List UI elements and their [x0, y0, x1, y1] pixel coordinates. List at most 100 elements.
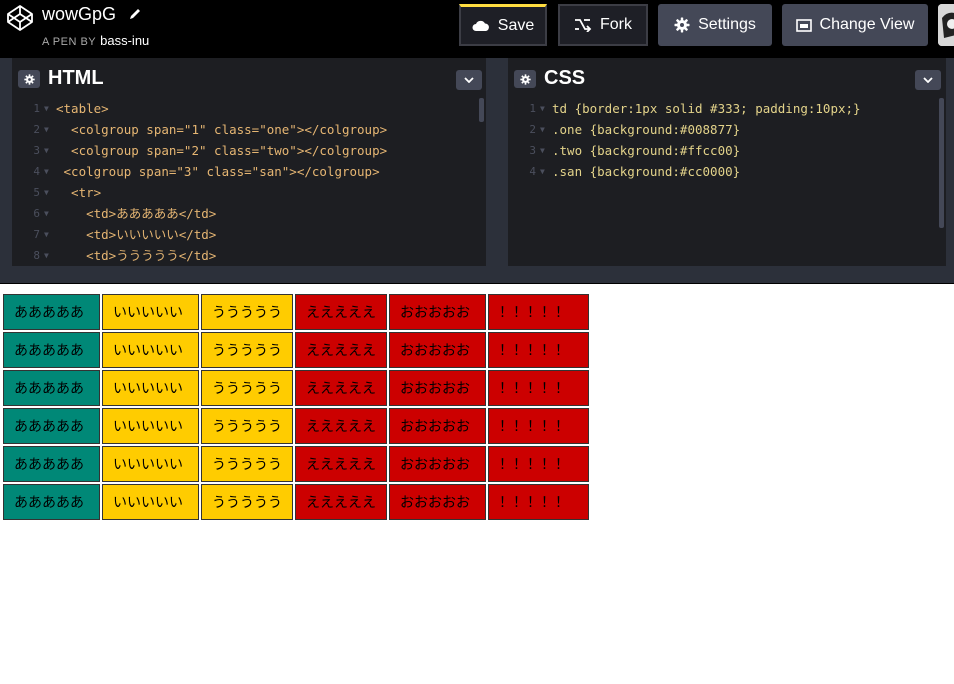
- codepen-logo-icon[interactable]: [6, 4, 34, 32]
- resize-handle[interactable]: [0, 266, 954, 284]
- table-cell: あああああ: [3, 294, 100, 330]
- code-line: 3 ▼ .two {background:#ffcc00}: [508, 140, 946, 161]
- html-scrollbar[interactable]: [479, 98, 484, 122]
- fold-arrow-icon[interactable]: ▼: [44, 98, 49, 119]
- line-number: 4: [33, 165, 40, 178]
- table-cell: おおおおお: [389, 370, 486, 406]
- table-cell: おおおおお: [389, 484, 486, 520]
- pencil-icon[interactable]: [128, 7, 142, 21]
- fold-arrow-icon[interactable]: ▼: [44, 140, 49, 161]
- fold-arrow-icon[interactable]: ▼: [540, 98, 545, 119]
- code-line: 1 ▼ <table>: [12, 98, 486, 119]
- fold-arrow-icon[interactable]: ▼: [540, 140, 545, 161]
- fork-label: Fork: [600, 16, 632, 33]
- table-cell: あああああ: [3, 484, 100, 520]
- html-editor-header: HTML: [12, 63, 486, 95]
- fold-arrow-icon[interactable]: ▼: [44, 224, 49, 245]
- css-code[interactable]: 1 ▼ td {border:1px solid #333; padding:10p…: [508, 98, 946, 266]
- avatar-image-icon: [938, 4, 954, 46]
- table-cell: ううううう: [201, 332, 293, 368]
- html-collapse-button[interactable]: [456, 70, 482, 90]
- code-line: 4 ▼ .san {background:#cc0000}: [508, 161, 946, 182]
- settings-button[interactable]: Settings: [658, 4, 772, 46]
- avatar[interactable]: [938, 4, 954, 46]
- table-row: あああああ いいいいい ううううう えええええ おおおおお！！！！！: [3, 294, 589, 330]
- table-cell: おおおおお: [389, 332, 486, 368]
- settings-label: Settings: [698, 16, 756, 33]
- table-cell: あああああ: [3, 408, 100, 444]
- code-text: td {border:1px solid #333; padding:10px;…: [552, 101, 861, 116]
- css-collapse-button[interactable]: [915, 70, 941, 90]
- fork-button[interactable]: Fork: [558, 4, 648, 46]
- code-line: 5 ▼ <tr>: [12, 182, 486, 203]
- html-code[interactable]: 1 ▼ <table> 2 ▼ <colgroup span="1" class="o…: [12, 98, 486, 266]
- html-settings-button[interactable]: [18, 70, 40, 88]
- table-cell: えええええ: [295, 446, 387, 482]
- table-cell: えええええ: [295, 294, 387, 330]
- code-line: 4 ▼ <colgroup span="3" class="san"></colg…: [12, 161, 486, 182]
- layout-icon: [795, 18, 812, 32]
- code-text: <tr>: [56, 185, 102, 200]
- code-line: 6 ▼ <td>あああああ</td>: [12, 203, 486, 224]
- right-edge: [946, 58, 954, 283]
- css-settings-button[interactable]: [514, 70, 536, 88]
- fold-arrow-icon[interactable]: ▼: [44, 182, 49, 203]
- line-number: 6: [33, 207, 40, 220]
- table-row: あああああ いいいいい ううううう えええええ おおおおお！！！！！: [3, 484, 589, 520]
- table-cell: ！！！！！: [488, 408, 589, 444]
- table-cell: いいいいい: [102, 294, 199, 330]
- line-number: 4: [529, 165, 536, 178]
- line-number: 1: [33, 102, 40, 115]
- code-line: 2 ▼ .one {background:#008877}: [508, 119, 946, 140]
- table-cell: ううううう: [201, 446, 293, 482]
- line-number: 3: [529, 144, 536, 157]
- author-link[interactable]: bass-inu: [100, 33, 149, 48]
- table-cell: おおおおお: [389, 294, 486, 330]
- css-editor-title: CSS: [544, 67, 586, 89]
- code-line: 7 ▼ <td>いいいいい</td>: [12, 224, 486, 245]
- code-text: .san {background:#cc0000}: [552, 164, 741, 179]
- result-table-body: あああああ いいいいい ううううう えええええ おおおおお！！！！！ あああああ いいいいい…: [3, 294, 589, 520]
- editor-divider[interactable]: [486, 58, 508, 283]
- code-text: .one {background:#008877}: [552, 122, 741, 137]
- change-view-button[interactable]: Change View: [782, 4, 928, 46]
- table-cell: おおおおお: [389, 408, 486, 444]
- fold-arrow-icon[interactable]: ▼: [44, 203, 49, 224]
- fold-arrow-icon[interactable]: ▼: [44, 161, 49, 182]
- fold-arrow-icon[interactable]: ▼: [44, 119, 49, 140]
- table-cell: いいいいい: [102, 408, 199, 444]
- css-scrollbar[interactable]: [939, 98, 944, 228]
- result-preview: あああああ いいいいい ううううう えええええ おおおおお！！！！！ あああああ いいいいい…: [0, 284, 954, 684]
- table-cell: あああああ: [3, 370, 100, 406]
- table-cell: ううううう: [201, 484, 293, 520]
- code-text: <colgroup span="1" class="one"></colgrou…: [56, 122, 388, 137]
- chevron-down-icon: [464, 77, 474, 83]
- code-text: <colgroup span="3" class="san"></colgrou…: [56, 164, 380, 179]
- table-cell: ううううう: [201, 408, 293, 444]
- save-label: Save: [497, 16, 535, 34]
- pen-title[interactable]: wowGpG: [42, 4, 116, 25]
- table-cell: いいいいい: [102, 484, 199, 520]
- css-editor: CSS 1 ▼ td {border:1px solid #333; padding…: [508, 58, 946, 266]
- table-cell: えええええ: [295, 370, 387, 406]
- table-cell: おおおおお: [389, 446, 486, 482]
- top-bar: wowGpG A PEN BY bass-inu Save Fork Setti…: [0, 0, 954, 58]
- table-row: あああああ いいいいい ううううう えええええ おおおおお！！！！！: [3, 446, 589, 482]
- gear-icon: [674, 17, 690, 33]
- save-button[interactable]: Save: [459, 4, 547, 46]
- line-number: 3: [33, 144, 40, 157]
- left-edge: [0, 58, 12, 283]
- table-cell: ！！！！！: [488, 370, 589, 406]
- table-row: あああああ いいいいい ううううう えええええ おおおおお！！！！！: [3, 370, 589, 406]
- fold-arrow-icon[interactable]: ▼: [44, 245, 49, 266]
- table-cell: いいいいい: [102, 446, 199, 482]
- table-cell: あああああ: [3, 446, 100, 482]
- table-cell: えええええ: [295, 408, 387, 444]
- fold-arrow-icon[interactable]: ▼: [540, 119, 545, 140]
- code-text: <table>: [56, 101, 109, 116]
- line-number: 2: [33, 123, 40, 136]
- fold-arrow-icon[interactable]: ▼: [540, 161, 545, 182]
- table-cell: あああああ: [3, 332, 100, 368]
- line-number: 5: [33, 186, 40, 199]
- code-line: 8 ▼ <td>ううううう</td>: [12, 245, 486, 266]
